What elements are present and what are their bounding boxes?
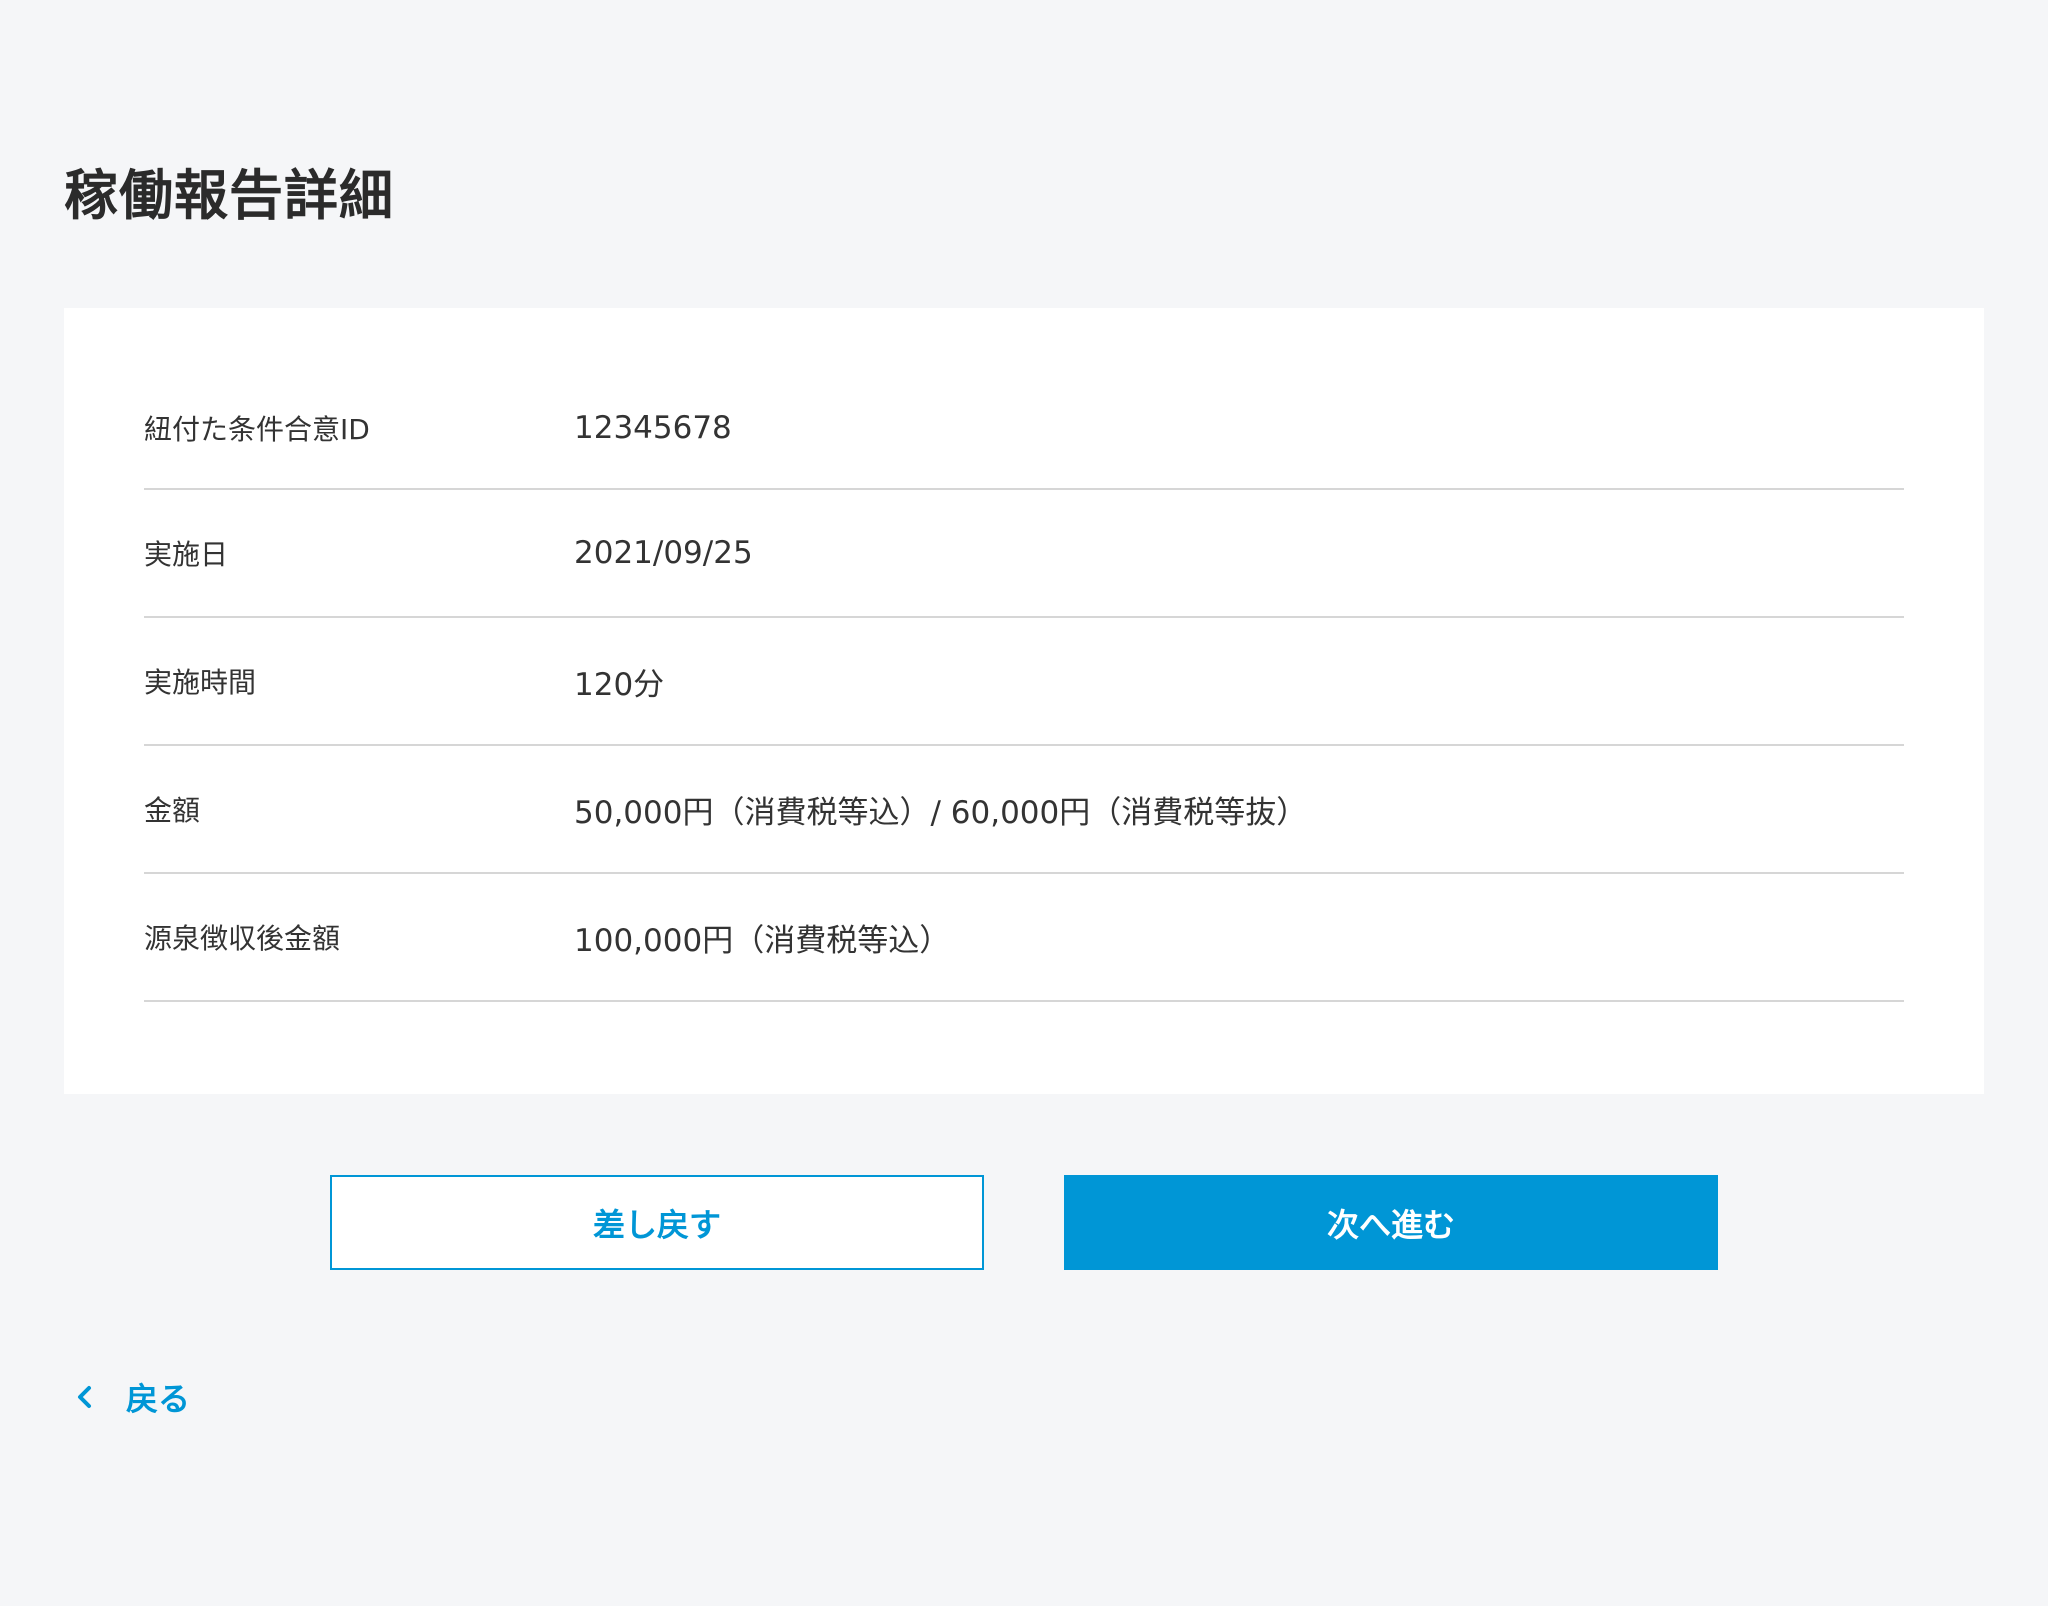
detail-value: 120分 [574, 666, 665, 703]
detail-label: 紐付た条件合意ID [144, 413, 370, 446]
action-buttons: 差し戻す 次へ進む [0, 1175, 2048, 1270]
detail-card: 紐付た条件合意ID 12345678 実施日 2021/09/25 実施時間 1… [64, 308, 1984, 1094]
detail-label: 金額 [144, 794, 201, 827]
detail-row-amount: 金額 50,000円（消費税等込）/ 60,000円（消費税等抜） [144, 746, 1904, 874]
detail-label: 源泉徴収後金額 [144, 922, 341, 955]
detail-row-net-amount: 源泉徴収後金額 100,000円（消費税等込） [144, 874, 1904, 1002]
page-title: 稼働報告詳細 [64, 164, 394, 227]
back-link[interactable]: 戻る [72, 1374, 190, 1420]
back-link-label: 戻る [126, 1380, 191, 1418]
send-back-button[interactable]: 差し戻す [330, 1175, 984, 1270]
detail-value: 100,000円（消費税等込） [574, 922, 951, 959]
detail-value: 2021/09/25 [574, 535, 753, 571]
detail-row-duration: 実施時間 120分 [144, 618, 1904, 746]
detail-label: 実施時間 [144, 666, 257, 699]
detail-value: 12345678 [574, 410, 732, 446]
detail-row-agreement-id: 紐付た条件合意ID 12345678 [144, 368, 1904, 490]
detail-row-date: 実施日 2021/09/25 [144, 490, 1904, 618]
detail-value: 50,000円（消費税等込）/ 60,000円（消費税等抜） [574, 794, 1308, 831]
detail-label: 実施日 [144, 538, 229, 571]
next-button[interactable]: 次へ進む [1064, 1175, 1718, 1270]
chevron-left-icon [72, 1382, 98, 1412]
